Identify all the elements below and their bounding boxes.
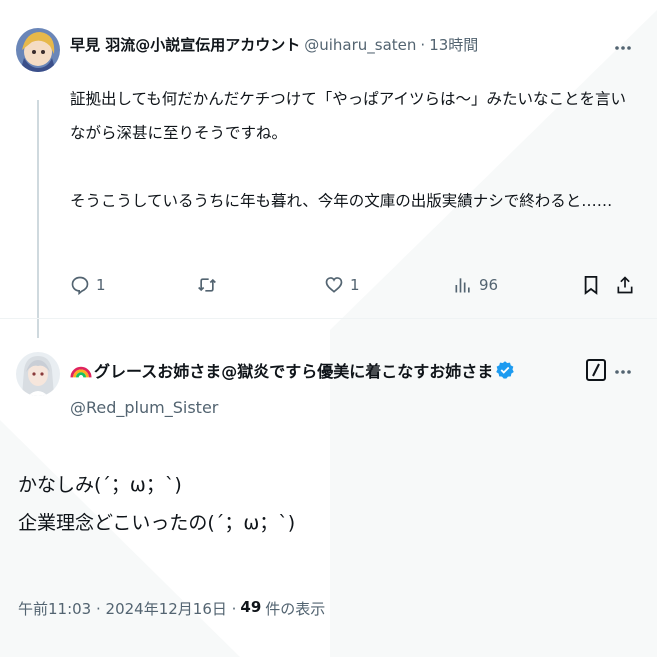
- view-suffix: 件の表示: [265, 600, 326, 618]
- retweet-icon: [198, 278, 216, 292]
- grok-icon: [586, 359, 606, 381]
- view-count: 49: [240, 598, 262, 616]
- divider: [0, 318, 657, 319]
- grok-button[interactable]: [585, 358, 607, 382]
- retweet-button[interactable]: [196, 270, 224, 300]
- author-name[interactable]: グレースお姉さま@獄炎ですら優美に着こなすお姉さま: [94, 358, 493, 382]
- main-tweet-text: かなしみ(´；ω；`) 企業理念どこいったの(´；ω；`): [18, 474, 296, 534]
- like-button[interactable]: 1: [324, 270, 360, 300]
- separator: ·: [420, 36, 426, 54]
- reply-icon: [71, 276, 89, 295]
- reply-button[interactable]: 1: [70, 270, 106, 300]
- reply-tweet-text: 証拠出しても何だかんだケチつけて「やっぱアイツらは〜」みたいなことを言いながら深…: [70, 90, 626, 210]
- more-icon: [615, 46, 631, 50]
- share-button[interactable]: [615, 270, 635, 300]
- thread-line: [37, 100, 39, 338]
- tweet-time[interactable]: 13時間: [429, 34, 478, 55]
- tweet-meta: 午前11:03 · 2024年12月16日 · 49 件の表示: [18, 598, 325, 619]
- avatar[interactable]: [16, 352, 60, 396]
- share-icon: [617, 276, 633, 294]
- reply-tweet-header: 早見 羽流@小説宣伝用アカウント @uiharu_saten · 13時間: [70, 34, 478, 55]
- rainbow-icon: [70, 366, 92, 378]
- tweet-timestamp[interactable]: 午前11:03 · 2024年12月16日 ·: [18, 598, 236, 619]
- view-count: 96: [479, 276, 499, 294]
- reply-count: 1: [96, 276, 106, 294]
- more-icon: [615, 370, 631, 374]
- main-tweet-author-line[interactable]: グレースお姉さま@獄炎ですら優美に着こなすお姉さま: [70, 358, 515, 382]
- views-icon: [455, 278, 470, 293]
- more-button[interactable]: [612, 362, 634, 382]
- like-count: 1: [350, 276, 360, 294]
- more-button[interactable]: [612, 38, 634, 58]
- tweet-actions: 1 1 96: [70, 270, 645, 300]
- author-handle[interactable]: @Red_plum_Sister: [70, 398, 218, 417]
- author-handle[interactable]: @uiharu_saten: [304, 36, 416, 54]
- author-name[interactable]: 早見 羽流@小説宣伝用アカウント: [70, 34, 300, 55]
- verified-badge-icon: [496, 361, 514, 379]
- views-button[interactable]: 96: [453, 270, 498, 300]
- avatar[interactable]: [16, 28, 60, 72]
- like-icon: [325, 277, 343, 293]
- bookmark-button[interactable]: [582, 270, 600, 300]
- bookmark-icon: [584, 276, 598, 295]
